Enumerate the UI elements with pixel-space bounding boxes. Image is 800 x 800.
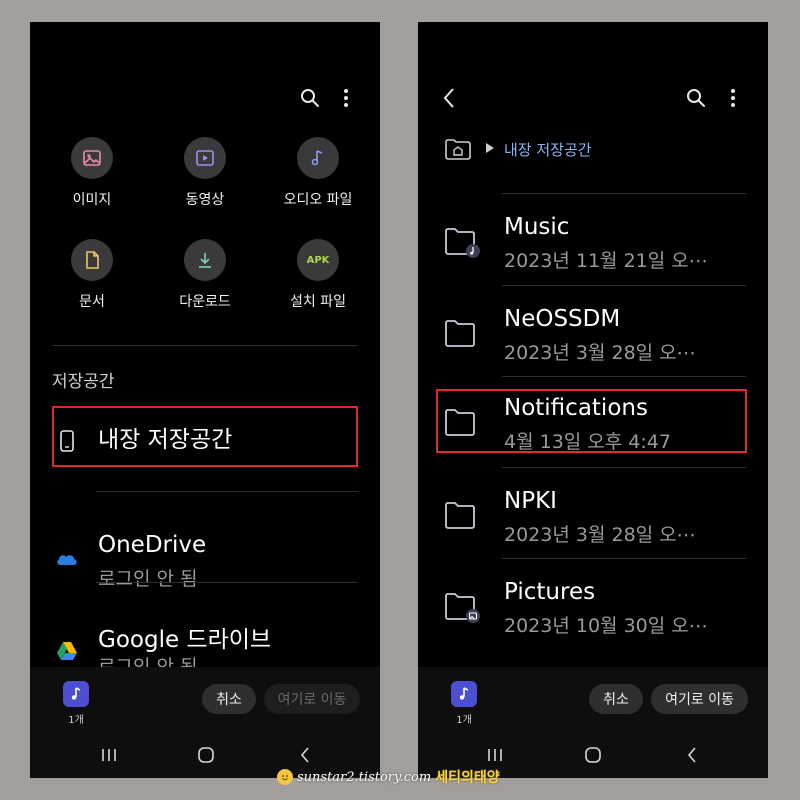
google-drive-icon xyxy=(54,638,80,664)
breadcrumb-separator-icon xyxy=(486,143,494,153)
selected-count: 1개 xyxy=(456,715,472,726)
folder-date: 2023년 3월 28일 오⋯ xyxy=(504,342,696,364)
folder-item-npki[interactable]: NPKI 2023년 3월 28일 오⋯ xyxy=(418,472,768,562)
category-images[interactable]: 이미지 xyxy=(37,137,147,209)
highlight-box xyxy=(436,389,747,453)
breadcrumb-current[interactable]: 내장 저장공간 xyxy=(504,139,592,160)
recent-apps-icon[interactable] xyxy=(483,745,507,765)
onedrive-icon xyxy=(54,546,80,572)
back-icon[interactable] xyxy=(293,745,317,765)
category-downloads[interactable]: 다운로드 xyxy=(150,239,260,311)
category-label: 설치 파일 xyxy=(290,294,346,310)
document-icon xyxy=(71,239,113,281)
watermark-name: 세티의태양 xyxy=(435,770,500,786)
selected-file-music-icon xyxy=(451,681,477,707)
divider xyxy=(502,285,746,286)
divider xyxy=(502,376,746,377)
highlight-box xyxy=(52,406,358,467)
move-here-button[interactable]: 여기로 이동 xyxy=(264,684,360,714)
storage-item-google-drive[interactable]: Google 드라이브 로그인 안 됨 xyxy=(30,590,380,678)
folder-name: NPKI xyxy=(504,488,557,514)
watermark-url: sunstar2.tistory.com xyxy=(297,769,432,785)
section-title-storage: 저장공간 xyxy=(52,372,115,392)
download-icon xyxy=(184,239,226,281)
divider xyxy=(502,467,746,468)
folder-item-music[interactable]: Music 2023년 11월 21일 오⋯ xyxy=(418,198,768,288)
recent-apps-icon[interactable] xyxy=(97,745,121,765)
folder-icon xyxy=(444,591,480,623)
search-icon[interactable] xyxy=(298,86,322,110)
home-folder-icon[interactable] xyxy=(444,138,472,160)
back-arrow-icon[interactable] xyxy=(437,86,461,110)
divider xyxy=(96,582,358,583)
storage-item-onedrive[interactable]: OneDrive 로그인 안 됨 xyxy=(30,500,380,590)
folder-date: 2023년 10월 30일 오⋯ xyxy=(504,615,708,637)
divider xyxy=(502,193,746,194)
cancel-button[interactable]: 취소 xyxy=(202,684,256,714)
storage-picker-screen: 이미지 동영상 오디오 파일 문서 다운로드 APK 설치 파일 저장공간 내장… xyxy=(30,22,380,778)
category-label: 오디오 파일 xyxy=(283,192,353,208)
folder-name: Pictures xyxy=(504,579,596,605)
folder-item-neossdm[interactable]: NeOSSDM 2023년 3월 28일 오⋯ xyxy=(418,290,768,380)
back-icon[interactable] xyxy=(680,745,704,765)
storage-status: 로그인 안 됨 xyxy=(98,568,198,590)
folder-icon xyxy=(444,500,478,530)
home-icon[interactable] xyxy=(581,745,605,765)
apk-badge-text: APK xyxy=(306,254,330,266)
divider xyxy=(52,345,358,346)
divider xyxy=(502,558,746,559)
folder-date: 2023년 11월 21일 오⋯ xyxy=(504,250,708,272)
folder-name: NeOSSDM xyxy=(504,306,621,332)
category-documents[interactable]: 문서 xyxy=(37,239,147,311)
more-options-icon[interactable] xyxy=(334,86,358,110)
cancel-button[interactable]: 취소 xyxy=(589,684,643,714)
category-videos[interactable]: 동영상 xyxy=(150,137,260,209)
category-label: 다운로드 xyxy=(179,294,231,310)
bottom-action-bar: 1개 취소 여기로 이동 xyxy=(418,667,768,778)
move-here-button[interactable]: 여기로 이동 xyxy=(651,684,748,714)
storage-name: Google 드라이브 xyxy=(98,627,272,653)
search-icon[interactable] xyxy=(684,86,708,110)
home-icon[interactable] xyxy=(194,745,218,765)
watermark: sunstar2.tistory.com 세티의태양 xyxy=(277,766,500,788)
smiley-face-icon xyxy=(277,769,293,785)
folder-browser-screen: 내장 저장공간 Music 2023년 11월 21일 오⋯ NeOSSDM 2… xyxy=(418,22,768,778)
folder-name: Music xyxy=(504,214,570,240)
category-label: 이미지 xyxy=(72,192,112,208)
more-options-icon[interactable] xyxy=(721,86,745,110)
folder-icon xyxy=(444,226,480,258)
video-icon xyxy=(184,137,226,179)
category-label: 문서 xyxy=(79,294,105,310)
divider xyxy=(96,491,358,492)
folder-date: 2023년 3월 28일 오⋯ xyxy=(504,524,696,546)
selected-count: 1개 xyxy=(68,715,84,726)
image-icon xyxy=(71,137,113,179)
storage-name: OneDrive xyxy=(98,532,207,558)
selected-file-music-icon xyxy=(63,681,89,707)
folder-icon xyxy=(444,318,478,348)
folder-item-pictures[interactable]: Pictures 2023년 10월 30일 오⋯ xyxy=(418,563,768,653)
audio-icon xyxy=(297,137,339,179)
bottom-action-bar: 1개 취소 여기로 이동 xyxy=(30,667,380,778)
category-installation-files[interactable]: APK 설치 파일 xyxy=(263,239,373,311)
category-audio[interactable]: 오디오 파일 xyxy=(263,137,373,209)
category-label: 동영상 xyxy=(185,192,225,208)
apk-icon: APK xyxy=(297,239,339,281)
